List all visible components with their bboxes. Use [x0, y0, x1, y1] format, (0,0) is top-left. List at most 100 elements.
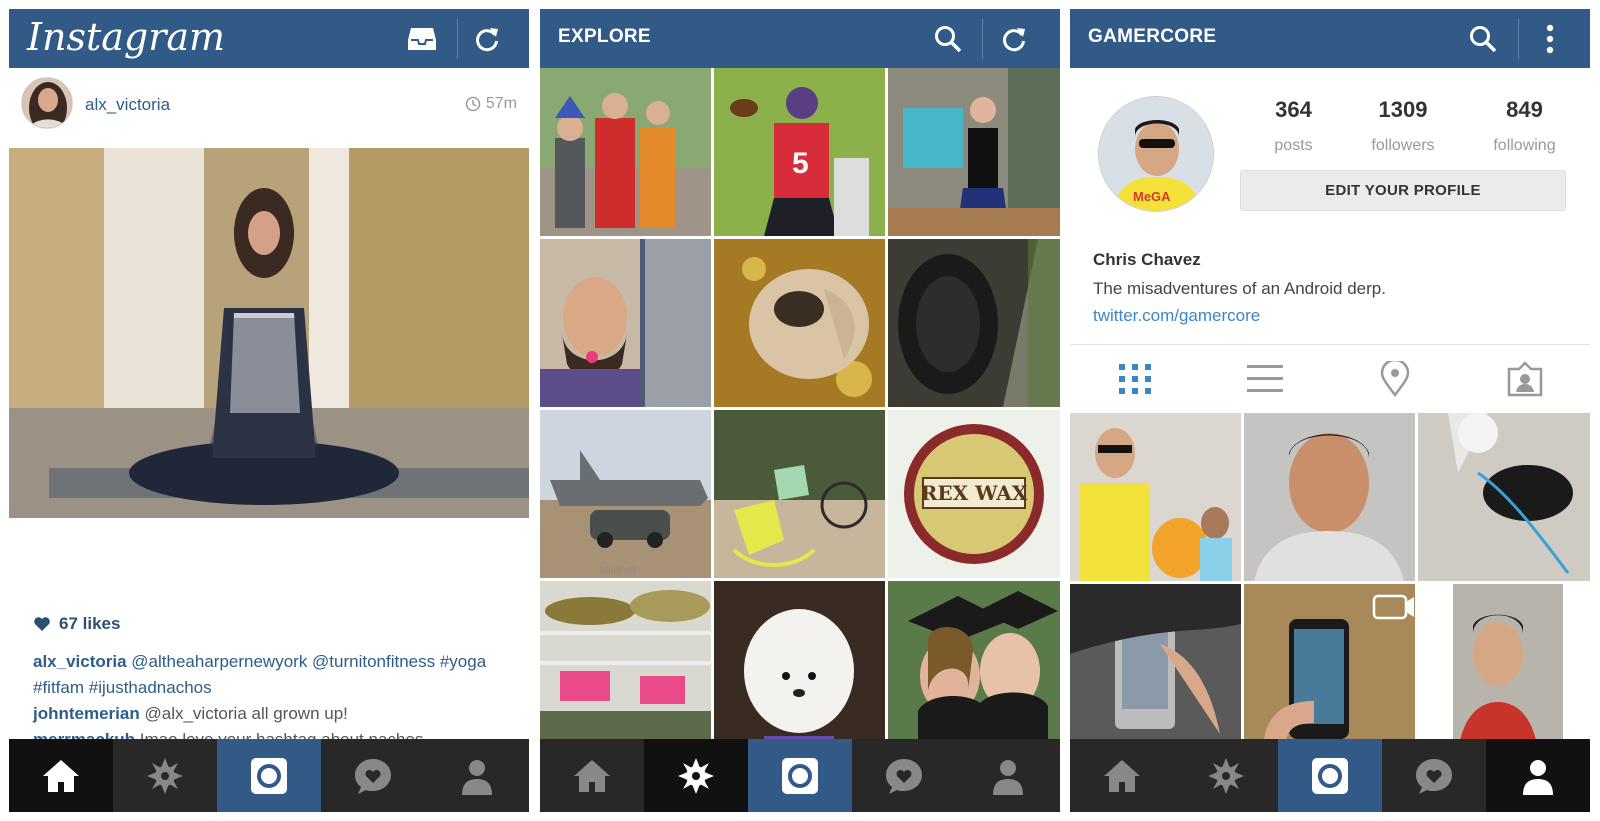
grid-photo[interactable]: MiniFett: [540, 410, 711, 578]
avatar[interactable]: [21, 77, 73, 129]
grid-photo[interactable]: [1244, 584, 1415, 752]
stat-value: 364: [1275, 97, 1312, 122]
grid-photo[interactable]: [1418, 584, 1590, 752]
grid-photo[interactable]: [1418, 413, 1590, 581]
comment: alx_victoria @altheaharpernewyork @turni…: [33, 649, 513, 701]
nav-home[interactable]: [9, 739, 113, 812]
grid-photo[interactable]: [1244, 413, 1415, 581]
explore-grid: 5 MiniFett REX WAX: [540, 68, 1060, 749]
nav-explore[interactable]: [1174, 739, 1278, 812]
inbox-icon: [408, 27, 436, 50]
grid-photo[interactable]: [714, 410, 885, 578]
explore-icon: [678, 757, 714, 794]
refresh-button[interactable]: [986, 9, 1042, 68]
stat-value: 1309: [1378, 97, 1428, 122]
explore-icon: [147, 757, 183, 794]
nav-activity[interactable]: [852, 739, 956, 812]
stat-following[interactable]: 849 following: [1493, 97, 1555, 155]
grid-photo[interactable]: [1070, 584, 1241, 752]
refresh-button[interactable]: [459, 9, 515, 68]
clock-icon: [465, 96, 481, 112]
instagram-logo[interactable]: Instagram: [27, 15, 225, 59]
nav-profile[interactable]: [1486, 739, 1590, 812]
list-icon: [1247, 365, 1283, 392]
activity-icon: [886, 758, 922, 794]
search-button[interactable]: [1455, 9, 1511, 68]
overflow-menu-button[interactable]: [1522, 9, 1578, 68]
post-username[interactable]: alx_victoria: [85, 95, 170, 115]
stat-followers[interactable]: 1309 followers: [1371, 97, 1434, 155]
activity-icon: [1416, 758, 1452, 794]
search-icon: [935, 25, 962, 52]
profile-avatar[interactable]: MeGA: [1098, 96, 1214, 212]
grid-photo[interactable]: [714, 239, 885, 407]
svg-text:5: 5: [792, 147, 809, 180]
stat-posts[interactable]: 364 posts: [1274, 97, 1312, 155]
grid-photo[interactable]: [888, 68, 1060, 236]
nav-camera[interactable]: [1278, 739, 1382, 812]
nav-home[interactable]: [1070, 739, 1174, 812]
profile-link[interactable]: twitter.com/gamercore: [1093, 306, 1260, 326]
nav-activity[interactable]: [1382, 739, 1486, 812]
stat-label: posts: [1274, 137, 1313, 154]
page-title: EXPLORE: [558, 26, 651, 47]
nav-home[interactable]: [540, 739, 644, 812]
profile-icon: [462, 759, 492, 795]
grid-photo[interactable]: 5: [714, 68, 885, 236]
feed-top-bar: Instagram: [9, 9, 529, 68]
more-vert-icon: [1546, 24, 1554, 53]
nav-explore[interactable]: [644, 739, 748, 812]
nav-camera[interactable]: [217, 739, 321, 812]
bottom-nav: [1070, 739, 1590, 812]
profile-icon: [1523, 759, 1553, 795]
tab-grid[interactable]: [1070, 349, 1200, 409]
svg-text:MeGA: MeGA: [1133, 189, 1171, 204]
likes-label: 67 likes: [59, 614, 121, 633]
nav-profile[interactable]: [425, 739, 529, 812]
grid-photo[interactable]: REX WAX: [888, 410, 1060, 578]
nav-activity[interactable]: [321, 739, 425, 812]
home-icon: [43, 759, 79, 792]
profile-top-bar: GAMERCORE: [1070, 9, 1590, 68]
grid-photo[interactable]: [540, 239, 711, 407]
divider: [457, 19, 458, 59]
tab-list[interactable]: [1200, 349, 1330, 409]
divider: [982, 19, 983, 59]
search-button[interactable]: [920, 9, 976, 68]
camera-icon: [782, 757, 818, 794]
grid-photo[interactable]: [540, 68, 711, 236]
activity-icon: [355, 758, 391, 794]
nav-explore[interactable]: [113, 739, 217, 812]
page-title: GAMERCORE: [1088, 26, 1217, 47]
grid-photo[interactable]: [540, 581, 711, 749]
home-icon: [1104, 759, 1140, 792]
grid-photo[interactable]: [714, 581, 885, 749]
inbox-button[interactable]: [394, 9, 450, 68]
feed-panel: Instagram alx_victoria 57m 67 likes alx_…: [9, 9, 529, 812]
post-header: alx_victoria 57m: [9, 68, 529, 148]
stat-label: following: [1493, 137, 1556, 154]
post-photo[interactable]: [9, 148, 529, 518]
tab-tagged[interactable]: [1460, 349, 1590, 409]
nav-profile[interactable]: [956, 739, 1060, 812]
heart-icon: [34, 617, 50, 631]
post-time: 57m: [465, 95, 517, 113]
divider: [1070, 344, 1590, 345]
refresh-icon: [476, 27, 498, 51]
camera-icon: [251, 757, 287, 794]
nav-camera[interactable]: [748, 739, 852, 812]
grid-photo[interactable]: [888, 239, 1060, 407]
grid-photo[interactable]: [888, 581, 1060, 749]
comment-username[interactable]: alx_victoria: [33, 652, 127, 671]
comment-username[interactable]: johntemerian: [33, 704, 140, 723]
likes-count[interactable]: 67 likes: [33, 614, 120, 634]
profile-name: Chris Chavez: [1093, 250, 1201, 269]
explore-top-bar: EXPLORE: [540, 9, 1060, 68]
profile-stats: 364 posts 1309 followers 849 following: [1245, 97, 1585, 155]
edit-profile-button[interactable]: EDIT YOUR PROFILE: [1240, 170, 1566, 211]
tab-location[interactable]: [1330, 349, 1460, 409]
grid-photo[interactable]: [1070, 413, 1241, 581]
home-icon: [574, 759, 610, 792]
comment: johntemerian @alx_victoria all grown up!: [33, 701, 513, 727]
stat-label: followers: [1371, 137, 1435, 154]
